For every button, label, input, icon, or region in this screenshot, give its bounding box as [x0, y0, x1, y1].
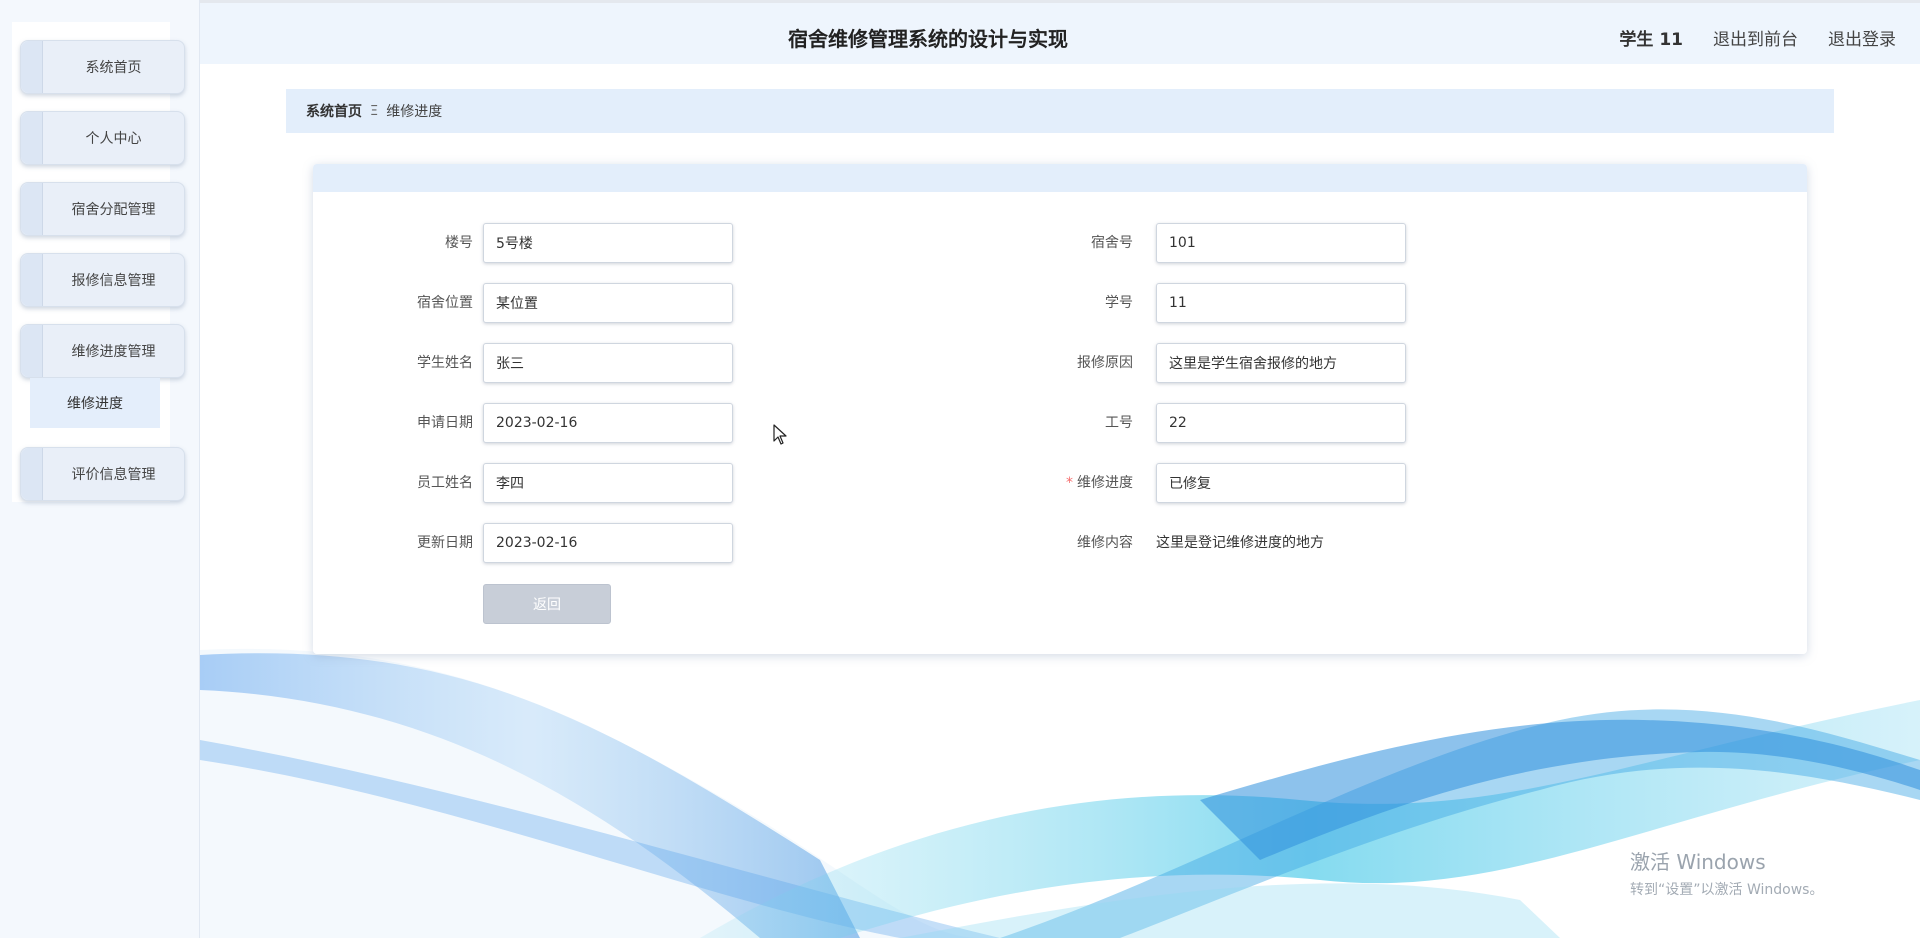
building-label: 楼号 [445, 235, 473, 251]
staff-no-input[interactable] [1156, 403, 1406, 443]
sidebar-item-repair-info[interactable]: 报修信息管理 [20, 253, 185, 307]
page-title-text: 宿舍维修管理系统的设计与实现 [788, 27, 1068, 51]
apply-date-label: 申请日期 [417, 415, 473, 431]
menu-tab-edge [21, 325, 43, 377]
repair-progress-form: 楼号 宿舍号 宿舍位置 学号 学生姓名 报修原因 申请日期 工号 员工姓名 *维… [313, 164, 1807, 654]
repair-reason-input[interactable] [1156, 343, 1406, 383]
sidebar-item-label: 个人中心 [85, 131, 142, 147]
student-no-input[interactable] [1156, 283, 1406, 323]
sidebar-item-personal-center[interactable]: 个人中心 [20, 111, 185, 165]
sidebar-item-label: 宿舍分配管理 [71, 202, 156, 218]
apply-date-input[interactable] [483, 403, 733, 443]
sidebar-subitem-repair-progress[interactable]: 维修进度 [30, 378, 160, 428]
menu-tab-edge [21, 41, 43, 93]
update-date-label: 更新日期 [417, 535, 473, 551]
menu-tab-edge [21, 254, 43, 306]
repair-content-label: 维修内容 [1077, 535, 1133, 551]
sidebar-item-repair-progress[interactable]: 维修进度管理 [20, 324, 185, 378]
sidebar-item-dorm-allocation[interactable]: 宿舍分配管理 [20, 182, 185, 236]
watermark-subtitle: 转到“设置”以激活 Windows。 [1630, 882, 1824, 898]
sidebar-item-home[interactable]: 系统首页 [20, 40, 185, 94]
logout-link[interactable]: 退出登录 [1828, 25, 1896, 50]
sidebar-item-label: 报修信息管理 [71, 273, 156, 289]
menu-tab-edge [21, 448, 43, 500]
breadcrumb-current: 维修进度 [386, 104, 443, 120]
menu-tab-edge [21, 183, 43, 235]
building-input[interactable] [483, 223, 733, 263]
repair-reason-label: 报修原因 [1077, 355, 1133, 371]
card-header [313, 164, 1807, 192]
breadcrumb-home[interactable]: 系统首页 [306, 101, 362, 121]
staff-no-label: 工号 [1105, 415, 1133, 431]
repair-progress-input[interactable] [1156, 463, 1406, 503]
dorm-location-label: 宿舍位置 [417, 295, 473, 311]
current-user: 学生 11 [1619, 30, 1683, 50]
student-no-label: 学号 [1105, 295, 1133, 311]
sidebar-item-evaluation[interactable]: 评价信息管理 [20, 447, 185, 501]
menu-tab-edge [21, 112, 43, 164]
windows-activation-watermark: 激活 Windows 转到“设置”以激活 Windows。 [1630, 846, 1823, 899]
repair-content-text: 这里是登记维修进度的地方 [1156, 535, 1324, 551]
repair-progress-label-text: 维修进度 [1077, 475, 1133, 491]
sidebar: 系统首页 个人中心 宿舍分配管理 报修信息管理 维修进度管理 维修进度 评价信息… [0, 0, 200, 938]
repair-progress-label: * 维修进度 [993, 463, 1133, 503]
required-mark: * [1066, 475, 1073, 491]
staff-name-input[interactable] [483, 463, 733, 503]
update-date-input[interactable] [483, 523, 733, 563]
dorm-location-input[interactable] [483, 283, 733, 323]
exit-to-front-link[interactable]: 退出到前台 [1713, 25, 1798, 50]
mouse-cursor-icon [773, 424, 787, 445]
sidebar-item-label: 维修进度管理 [71, 344, 156, 360]
top-header: 宿舍维修管理系统的设计与实现 学生 11 退出到前台 退出登录 [200, 0, 1920, 64]
student-name-input[interactable] [483, 343, 733, 383]
sidebar-item-label: 系统首页 [85, 60, 142, 76]
breadcrumb-separator-icon: Ξ [370, 103, 379, 119]
dorm-no-label: 宿舍号 [1091, 235, 1133, 251]
header-links: 学生 11 退出到前台 退出登录 [1619, 25, 1896, 50]
dorm-no-input[interactable] [1156, 223, 1406, 263]
watermark-title: 激活 Windows [1630, 850, 1766, 874]
breadcrumb: 系统首页 Ξ 维修进度 [286, 89, 1834, 133]
sidebar-item-label: 评价信息管理 [71, 467, 156, 483]
back-button[interactable]: 返回 [483, 584, 611, 624]
staff-name-label: 员工姓名 [417, 475, 473, 491]
student-name-label: 学生姓名 [417, 355, 473, 371]
